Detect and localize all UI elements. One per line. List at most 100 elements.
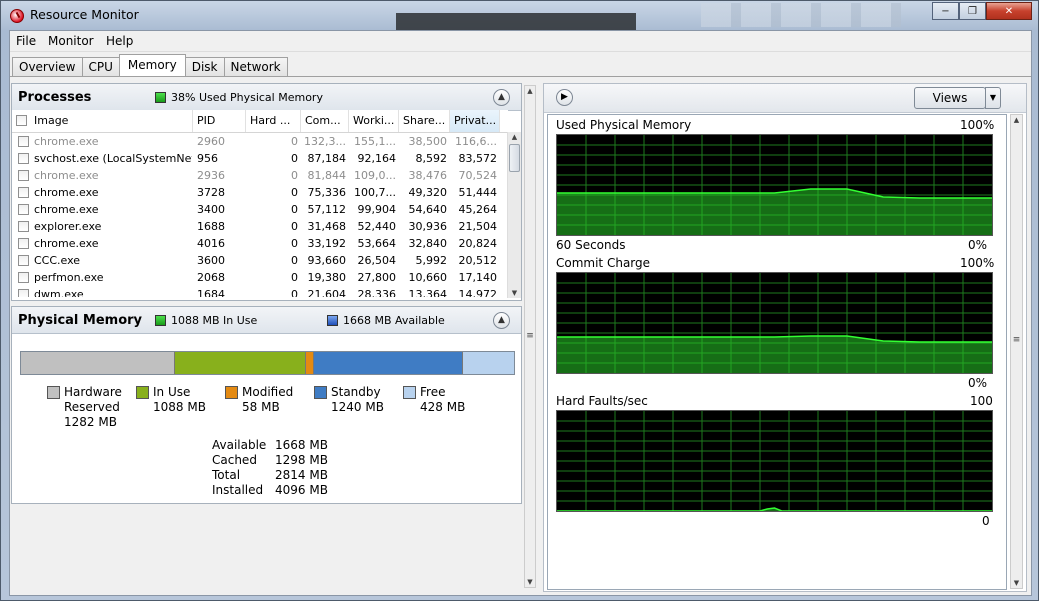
column-shareable[interactable]: Share... bbox=[399, 110, 450, 132]
legend-label: Standby bbox=[331, 385, 381, 399]
table-row[interactable]: chrome.exe 4016 0 33,192 53,664 32,840 20,824 bbox=[12, 235, 508, 252]
graph-min-label: 0% bbox=[968, 238, 988, 252]
processes-scroll-thumb[interactable] bbox=[509, 144, 520, 172]
table-row[interactable]: svchost.exe (LocalSystemNet... 956 0 87,184… bbox=[12, 150, 508, 167]
memory-segment-free bbox=[461, 352, 514, 374]
process-hard: 0 bbox=[291, 237, 298, 250]
table-row[interactable]: chrome.exe 2936 0 81,844 109,0... 38,476 70,52… bbox=[12, 167, 508, 184]
tab-network[interactable]: Network bbox=[223, 57, 288, 77]
process-commit: 21,604 bbox=[307, 288, 347, 297]
tab-strip: Overview CPU Memory Disk Network bbox=[12, 54, 288, 77]
expand-graphs-button[interactable]: ▶ bbox=[556, 89, 573, 106]
scroll-down-icon[interactable]: ▼ bbox=[1011, 579, 1022, 587]
minimize-button[interactable]: − bbox=[932, 2, 959, 20]
green-legend-icon bbox=[155, 92, 166, 103]
process-image: explorer.exe bbox=[34, 220, 102, 233]
select-all-checkbox[interactable] bbox=[16, 115, 27, 126]
column-pid[interactable]: PID bbox=[193, 110, 246, 132]
row-checkbox[interactable] bbox=[18, 187, 29, 198]
tab-overview[interactable]: Overview bbox=[12, 57, 83, 77]
row-checkbox[interactable] bbox=[18, 255, 29, 266]
processes-scrollbar[interactable]: ▲ ▼ bbox=[507, 132, 521, 298]
pane-splitter[interactable]: ▲ ≡ ▼ bbox=[522, 83, 538, 590]
graph-max-label: 100 bbox=[970, 394, 993, 408]
process-shareable: 32,840 bbox=[408, 237, 448, 250]
scroll-grip-icon[interactable]: ≡ bbox=[1011, 335, 1022, 345]
process-commit: 33,192 bbox=[307, 237, 347, 250]
row-checkbox[interactable] bbox=[18, 238, 29, 249]
process-image: chrome.exe bbox=[34, 169, 99, 182]
splitter-grip-icon[interactable]: ≡ bbox=[525, 331, 535, 341]
menu-file[interactable]: File bbox=[16, 34, 36, 48]
process-commit: 132,3... bbox=[304, 135, 346, 148]
scroll-up-icon[interactable]: ▲ bbox=[525, 87, 535, 95]
processes-table-body: chrome.exe 2960 0 132,3... 155,1... 38,500 116… bbox=[12, 133, 508, 297]
column-hard-faults[interactable]: Hard ... bbox=[246, 110, 301, 132]
row-checkbox[interactable] bbox=[18, 289, 29, 297]
table-row[interactable]: chrome.exe 2960 0 132,3... 155,1... 38,500 116… bbox=[12, 133, 508, 150]
table-row[interactable]: chrome.exe 3728 0 75,336 100,7... 49,320 51,44… bbox=[12, 184, 508, 201]
title-bar[interactable]: Resource Monitor − ❐ ✕ bbox=[1, 1, 1038, 31]
process-image: chrome.exe bbox=[34, 135, 99, 148]
process-working: 99,904 bbox=[357, 203, 397, 216]
process-shareable: 13,364 bbox=[408, 288, 448, 297]
scroll-up-icon[interactable]: ▲ bbox=[508, 133, 521, 141]
row-checkbox[interactable] bbox=[18, 170, 29, 181]
row-checkbox[interactable] bbox=[18, 153, 29, 164]
views-dropdown-button[interactable]: ▼ bbox=[985, 87, 1001, 109]
tab-disk[interactable]: Disk bbox=[184, 57, 225, 77]
processes-header[interactable]: Processes 38% Used Physical Memory ▲ bbox=[12, 84, 521, 111]
physical-memory-header[interactable]: Physical Memory 1088 MB In Use 1668 MB A… bbox=[12, 307, 521, 334]
scroll-up-icon[interactable]: ▲ bbox=[1011, 116, 1022, 124]
process-image: chrome.exe bbox=[34, 203, 99, 216]
column-private[interactable]: Privat... bbox=[450, 110, 500, 132]
process-hard: 0 bbox=[291, 288, 298, 297]
process-pid: 3400 bbox=[197, 203, 225, 216]
column-image[interactable]: Image bbox=[12, 110, 193, 132]
background-decoration bbox=[701, 3, 901, 27]
process-commit: 31,468 bbox=[307, 220, 347, 233]
used-physical-memory-graph bbox=[556, 134, 993, 236]
menu-monitor[interactable]: Monitor bbox=[48, 34, 94, 48]
process-working: 28,336 bbox=[357, 288, 397, 297]
close-button[interactable]: ✕ bbox=[986, 2, 1032, 20]
column-working-set[interactable]: Worki... bbox=[349, 110, 399, 132]
stat-value: 1668 MB bbox=[275, 438, 328, 452]
stat-value: 2814 MB bbox=[275, 468, 328, 482]
collapse-memory-button[interactable]: ▲ bbox=[493, 312, 510, 329]
views-button[interactable]: Views bbox=[914, 87, 986, 109]
used-physical-memory-chart bbox=[557, 135, 992, 235]
row-checkbox[interactable] bbox=[18, 204, 29, 215]
legend-label: In Use bbox=[153, 385, 191, 399]
commit-charge-graph bbox=[556, 272, 993, 374]
graphs-scrollbar[interactable]: ▲ ≡ ▼ bbox=[1010, 114, 1023, 589]
table-row[interactable]: dwm.exe 1684 0 21,604 28,336 13,364 14,972 bbox=[12, 286, 508, 297]
process-private: 20,512 bbox=[458, 254, 498, 267]
process-working: 53,664 bbox=[357, 237, 397, 250]
table-row[interactable]: perfmon.exe 2068 0 19,380 27,800 10,660 17,140 bbox=[12, 269, 508, 286]
tab-cpu[interactable]: CPU bbox=[81, 57, 120, 77]
process-commit: 81,844 bbox=[307, 169, 347, 182]
column-commit[interactable]: Com... bbox=[301, 110, 349, 132]
legend-label: Hardware bbox=[64, 385, 122, 399]
process-commit: 75,336 bbox=[307, 186, 347, 199]
process-hard: 0 bbox=[291, 203, 298, 216]
scroll-down-icon[interactable]: ▼ bbox=[525, 578, 535, 586]
table-row[interactable]: chrome.exe 3400 0 57,112 99,904 54,640 45,264 bbox=[12, 201, 508, 218]
stat-row: Cached 1298 MB bbox=[212, 453, 328, 468]
maximize-button[interactable]: ❐ bbox=[959, 2, 986, 20]
tab-memory[interactable]: Memory bbox=[118, 54, 186, 77]
table-row[interactable]: explorer.exe 1688 0 31,468 52,440 30,936 21,50… bbox=[12, 218, 508, 235]
collapse-processes-button[interactable]: ▲ bbox=[493, 89, 510, 106]
row-checkbox[interactable] bbox=[18, 272, 29, 283]
graph-title: Used Physical Memory bbox=[556, 118, 692, 132]
row-checkbox[interactable] bbox=[18, 136, 29, 147]
legend-value: 58 MB bbox=[242, 400, 280, 414]
row-checkbox[interactable] bbox=[18, 221, 29, 232]
table-row[interactable]: CCC.exe 3600 0 93,660 26,504 5,992 20,512 bbox=[12, 252, 508, 269]
legend-modified: Modified 58 MB bbox=[225, 385, 305, 417]
menu-help[interactable]: Help bbox=[106, 34, 133, 48]
scroll-down-icon[interactable]: ▼ bbox=[508, 289, 521, 297]
legend-in-use: In Use 1088 MB bbox=[136, 385, 216, 417]
left-pane-scrollbar[interactable]: ▲ ≡ ▼ bbox=[524, 85, 536, 588]
